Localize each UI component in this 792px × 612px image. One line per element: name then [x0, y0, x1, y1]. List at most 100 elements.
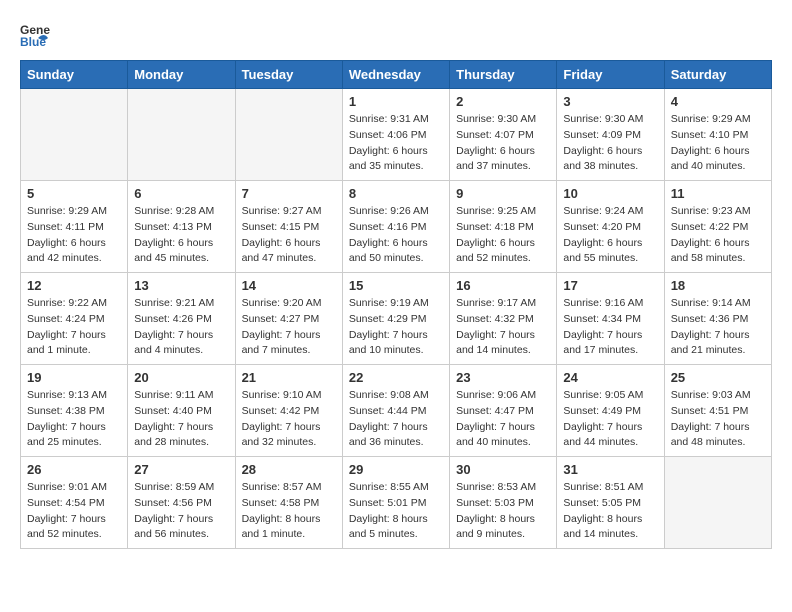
day-info: Sunrise: 9:27 AMSunset: 4:15 PMDaylight:… [242, 204, 336, 267]
day-info: Sunrise: 9:19 AMSunset: 4:29 PMDaylight:… [349, 296, 443, 359]
day-number: 3 [563, 94, 657, 109]
day-cell: 6 Sunrise: 9:28 AMSunset: 4:13 PMDayligh… [128, 181, 235, 273]
day-cell: 23 Sunrise: 9:06 AMSunset: 4:47 PMDaylig… [450, 365, 557, 457]
day-number: 6 [134, 186, 228, 201]
calendar-header: SundayMondayTuesdayWednesdayThursdayFrid… [21, 61, 772, 89]
day-cell: 4 Sunrise: 9:29 AMSunset: 4:10 PMDayligh… [664, 89, 771, 181]
day-cell: 5 Sunrise: 9:29 AMSunset: 4:11 PMDayligh… [21, 181, 128, 273]
day-cell: 7 Sunrise: 9:27 AMSunset: 4:15 PMDayligh… [235, 181, 342, 273]
day-number: 17 [563, 278, 657, 293]
day-info: Sunrise: 8:59 AMSunset: 4:56 PMDaylight:… [134, 480, 228, 543]
day-number: 25 [671, 370, 765, 385]
day-cell: 16 Sunrise: 9:17 AMSunset: 4:32 PMDaylig… [450, 273, 557, 365]
week-row-3: 12 Sunrise: 9:22 AMSunset: 4:24 PMDaylig… [21, 273, 772, 365]
day-header-monday: Monday [128, 61, 235, 89]
week-row-2: 5 Sunrise: 9:29 AMSunset: 4:11 PMDayligh… [21, 181, 772, 273]
day-cell: 26 Sunrise: 9:01 AMSunset: 4:54 PMDaylig… [21, 457, 128, 549]
day-cell: 8 Sunrise: 9:26 AMSunset: 4:16 PMDayligh… [342, 181, 449, 273]
day-info: Sunrise: 9:31 AMSunset: 4:06 PMDaylight:… [349, 112, 443, 175]
day-info: Sunrise: 9:10 AMSunset: 4:42 PMDaylight:… [242, 388, 336, 451]
day-number: 19 [27, 370, 121, 385]
day-number: 5 [27, 186, 121, 201]
day-number: 1 [349, 94, 443, 109]
day-info: Sunrise: 9:29 AMSunset: 4:11 PMDaylight:… [27, 204, 121, 267]
day-cell: 28 Sunrise: 8:57 AMSunset: 4:58 PMDaylig… [235, 457, 342, 549]
day-info: Sunrise: 9:20 AMSunset: 4:27 PMDaylight:… [242, 296, 336, 359]
day-cell: 18 Sunrise: 9:14 AMSunset: 4:36 PMDaylig… [664, 273, 771, 365]
day-number: 26 [27, 462, 121, 477]
day-info: Sunrise: 9:21 AMSunset: 4:26 PMDaylight:… [134, 296, 228, 359]
day-info: Sunrise: 9:30 AMSunset: 4:07 PMDaylight:… [456, 112, 550, 175]
day-cell: 31 Sunrise: 8:51 AMSunset: 5:05 PMDaylig… [557, 457, 664, 549]
day-cell: 9 Sunrise: 9:25 AMSunset: 4:18 PMDayligh… [450, 181, 557, 273]
day-cell: 19 Sunrise: 9:13 AMSunset: 4:38 PMDaylig… [21, 365, 128, 457]
day-info: Sunrise: 9:06 AMSunset: 4:47 PMDaylight:… [456, 388, 550, 451]
day-number: 13 [134, 278, 228, 293]
calendar-body: 1 Sunrise: 9:31 AMSunset: 4:06 PMDayligh… [21, 89, 772, 549]
day-info: Sunrise: 9:25 AMSunset: 4:18 PMDaylight:… [456, 204, 550, 267]
day-cell: 2 Sunrise: 9:30 AMSunset: 4:07 PMDayligh… [450, 89, 557, 181]
week-row-4: 19 Sunrise: 9:13 AMSunset: 4:38 PMDaylig… [21, 365, 772, 457]
day-info: Sunrise: 9:26 AMSunset: 4:16 PMDaylight:… [349, 204, 443, 267]
day-cell: 13 Sunrise: 9:21 AMSunset: 4:26 PMDaylig… [128, 273, 235, 365]
day-cell: 15 Sunrise: 9:19 AMSunset: 4:29 PMDaylig… [342, 273, 449, 365]
day-info: Sunrise: 9:01 AMSunset: 4:54 PMDaylight:… [27, 480, 121, 543]
day-number: 21 [242, 370, 336, 385]
day-info: Sunrise: 9:23 AMSunset: 4:22 PMDaylight:… [671, 204, 765, 267]
day-info: Sunrise: 9:16 AMSunset: 4:34 PMDaylight:… [563, 296, 657, 359]
day-number: 31 [563, 462, 657, 477]
day-cell: 21 Sunrise: 9:10 AMSunset: 4:42 PMDaylig… [235, 365, 342, 457]
day-cell: 14 Sunrise: 9:20 AMSunset: 4:27 PMDaylig… [235, 273, 342, 365]
day-info: Sunrise: 9:29 AMSunset: 4:10 PMDaylight:… [671, 112, 765, 175]
day-info: Sunrise: 8:57 AMSunset: 4:58 PMDaylight:… [242, 480, 336, 543]
day-info: Sunrise: 9:22 AMSunset: 4:24 PMDaylight:… [27, 296, 121, 359]
day-info: Sunrise: 9:05 AMSunset: 4:49 PMDaylight:… [563, 388, 657, 451]
day-number: 9 [456, 186, 550, 201]
day-info: Sunrise: 9:24 AMSunset: 4:20 PMDaylight:… [563, 204, 657, 267]
day-cell: 11 Sunrise: 9:23 AMSunset: 4:22 PMDaylig… [664, 181, 771, 273]
day-number: 7 [242, 186, 336, 201]
day-cell: 29 Sunrise: 8:55 AMSunset: 5:01 PMDaylig… [342, 457, 449, 549]
day-cell: 27 Sunrise: 8:59 AMSunset: 4:56 PMDaylig… [128, 457, 235, 549]
day-number: 18 [671, 278, 765, 293]
day-header-friday: Friday [557, 61, 664, 89]
day-cell: 1 Sunrise: 9:31 AMSunset: 4:06 PMDayligh… [342, 89, 449, 181]
day-number: 10 [563, 186, 657, 201]
day-number: 12 [27, 278, 121, 293]
day-cell: 10 Sunrise: 9:24 AMSunset: 4:20 PMDaylig… [557, 181, 664, 273]
day-info: Sunrise: 8:55 AMSunset: 5:01 PMDaylight:… [349, 480, 443, 543]
day-info: Sunrise: 9:30 AMSunset: 4:09 PMDaylight:… [563, 112, 657, 175]
week-row-1: 1 Sunrise: 9:31 AMSunset: 4:06 PMDayligh… [21, 89, 772, 181]
day-number: 16 [456, 278, 550, 293]
day-number: 30 [456, 462, 550, 477]
day-number: 29 [349, 462, 443, 477]
day-number: 28 [242, 462, 336, 477]
logo: General Blue [20, 20, 54, 50]
day-cell: 20 Sunrise: 9:11 AMSunset: 4:40 PMDaylig… [128, 365, 235, 457]
day-header-tuesday: Tuesday [235, 61, 342, 89]
day-cell: 25 Sunrise: 9:03 AMSunset: 4:51 PMDaylig… [664, 365, 771, 457]
day-cell: 24 Sunrise: 9:05 AMSunset: 4:49 PMDaylig… [557, 365, 664, 457]
day-info: Sunrise: 9:14 AMSunset: 4:36 PMDaylight:… [671, 296, 765, 359]
day-info: Sunrise: 9:08 AMSunset: 4:44 PMDaylight:… [349, 388, 443, 451]
week-row-5: 26 Sunrise: 9:01 AMSunset: 4:54 PMDaylig… [21, 457, 772, 549]
day-info: Sunrise: 9:03 AMSunset: 4:51 PMDaylight:… [671, 388, 765, 451]
svg-text:Blue: Blue [20, 35, 46, 49]
calendar-table: SundayMondayTuesdayWednesdayThursdayFrid… [20, 60, 772, 549]
day-cell: 22 Sunrise: 9:08 AMSunset: 4:44 PMDaylig… [342, 365, 449, 457]
day-info: Sunrise: 9:28 AMSunset: 4:13 PMDaylight:… [134, 204, 228, 267]
logo-icon: General Blue [20, 20, 50, 50]
day-header-sunday: Sunday [21, 61, 128, 89]
day-info: Sunrise: 8:51 AMSunset: 5:05 PMDaylight:… [563, 480, 657, 543]
page-header: General Blue [20, 20, 772, 50]
day-cell: 12 Sunrise: 9:22 AMSunset: 4:24 PMDaylig… [21, 273, 128, 365]
day-header-wednesday: Wednesday [342, 61, 449, 89]
day-cell [235, 89, 342, 181]
day-number: 2 [456, 94, 550, 109]
day-info: Sunrise: 8:53 AMSunset: 5:03 PMDaylight:… [456, 480, 550, 543]
day-header-saturday: Saturday [664, 61, 771, 89]
day-number: 11 [671, 186, 765, 201]
day-number: 15 [349, 278, 443, 293]
day-cell [664, 457, 771, 549]
day-header-thursday: Thursday [450, 61, 557, 89]
